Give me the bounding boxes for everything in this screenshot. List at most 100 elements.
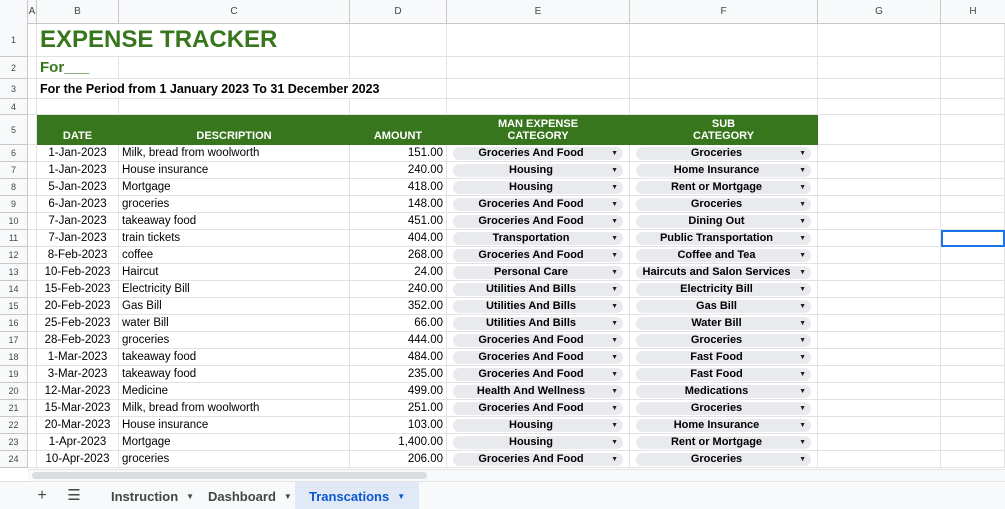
cell[interactable] xyxy=(941,247,1005,264)
subcategory-dropdown-chip[interactable]: Dining Out ▼ xyxy=(636,214,811,228)
cell[interactable] xyxy=(818,247,941,264)
period-text[interactable]: For the Period from 1 January 2023 To 31… xyxy=(37,79,447,99)
cell[interactable] xyxy=(818,298,941,315)
cell[interactable] xyxy=(28,281,37,298)
cell-main-category[interactable]: Groceries And Food ▼ xyxy=(447,366,630,383)
row-header[interactable]: 4 xyxy=(0,99,28,115)
cell[interactable] xyxy=(119,99,350,115)
for-label[interactable]: For___ xyxy=(37,57,119,79)
caret-down-icon[interactable]: ▼ xyxy=(799,249,806,262)
cell[interactable] xyxy=(818,417,941,434)
caret-down-icon[interactable]: ▼ xyxy=(611,317,618,330)
caret-down-icon[interactable]: ▼ xyxy=(799,181,806,194)
caret-down-icon[interactable]: ▼ xyxy=(611,266,618,279)
cell-amount[interactable]: 103.00 xyxy=(350,417,447,434)
header-main-category[interactable]: MAN EXPENSE CATEGORY xyxy=(447,115,630,145)
header-sub-category[interactable]: SUB CATEGORY xyxy=(630,115,818,145)
cell[interactable] xyxy=(941,315,1005,332)
caret-down-icon[interactable]: ▼ xyxy=(799,198,806,211)
column-header-f[interactable]: F xyxy=(630,0,818,24)
cell[interactable] xyxy=(119,57,350,79)
cell-sub-category[interactable]: Fast Food ▼ xyxy=(630,366,818,383)
cell-main-category[interactable]: Housing ▼ xyxy=(447,162,630,179)
cell[interactable] xyxy=(818,315,941,332)
cell-description[interactable]: water Bill xyxy=(119,315,350,332)
column-header-a[interactable]: A xyxy=(28,0,37,24)
caret-down-icon[interactable]: ▼ xyxy=(611,351,618,364)
caret-down-icon[interactable]: ▼ xyxy=(799,232,806,245)
cell-description[interactable]: groceries xyxy=(119,332,350,349)
cell-description[interactable]: Medicine xyxy=(119,383,350,400)
caret-down-icon[interactable]: ▼ xyxy=(799,385,806,398)
caret-down-icon[interactable]: ▼ xyxy=(799,317,806,330)
cell[interactable] xyxy=(28,79,37,99)
caret-down-icon[interactable]: ▼ xyxy=(799,419,806,432)
header-amount[interactable]: AMOUNT xyxy=(350,115,447,145)
cell[interactable] xyxy=(447,79,630,99)
cell[interactable] xyxy=(28,349,37,366)
cell-main-category[interactable]: Groceries And Food ▼ xyxy=(447,451,630,468)
cell-main-category[interactable]: Groceries And Food ▼ xyxy=(447,213,630,230)
cell-main-category[interactable]: Transportation ▼ xyxy=(447,230,630,247)
row-header[interactable]: 11 xyxy=(0,230,28,247)
cell[interactable] xyxy=(818,400,941,417)
category-dropdown-chip[interactable]: Housing ▼ xyxy=(453,435,623,449)
cell-description[interactable]: takeaway food xyxy=(119,366,350,383)
column-header-e[interactable]: E xyxy=(447,0,630,24)
cell[interactable] xyxy=(941,196,1005,213)
cell[interactable] xyxy=(941,434,1005,451)
cell-date[interactable]: 7-Jan-2023 xyxy=(37,230,119,247)
plus-icon[interactable]: + xyxy=(30,482,54,509)
cell[interactable] xyxy=(28,196,37,213)
cell[interactable] xyxy=(28,247,37,264)
cell[interactable] xyxy=(818,24,941,57)
cell-amount[interactable]: 404.00 xyxy=(350,230,447,247)
caret-down-icon[interactable]: ▼ xyxy=(611,368,618,381)
subcategory-dropdown-chip[interactable]: Groceries ▼ xyxy=(636,452,811,466)
cell-date[interactable]: 5-Jan-2023 xyxy=(37,179,119,196)
header-date[interactable]: DATE xyxy=(37,115,119,145)
sheet-title[interactable]: EXPENSE TRACKER xyxy=(37,24,350,57)
cell-date[interactable]: 1-Mar-2023 xyxy=(37,349,119,366)
caret-down-icon[interactable]: ▼ xyxy=(611,453,618,466)
column-header-h[interactable]: H xyxy=(941,0,1005,24)
cell-amount[interactable]: 235.00 xyxy=(350,366,447,383)
caret-down-icon[interactable]: ▼ xyxy=(611,402,618,415)
cell[interactable] xyxy=(28,417,37,434)
cell[interactable] xyxy=(941,451,1005,468)
cell[interactable] xyxy=(941,332,1005,349)
cell-sub-category[interactable]: Groceries ▼ xyxy=(630,332,818,349)
cell[interactable] xyxy=(350,24,447,57)
cell-date[interactable]: 20-Feb-2023 xyxy=(37,298,119,315)
cell[interactable] xyxy=(37,99,119,115)
cell[interactable] xyxy=(447,24,630,57)
cell[interactable] xyxy=(818,383,941,400)
category-dropdown-chip[interactable]: Utilities And Bills ▼ xyxy=(453,282,623,296)
cell[interactable] xyxy=(818,99,941,115)
subcategory-dropdown-chip[interactable]: Haircuts and Salon Services ▼ xyxy=(636,265,811,279)
cell-amount[interactable]: 484.00 xyxy=(350,349,447,366)
cell-amount[interactable]: 268.00 xyxy=(350,247,447,264)
row-header[interactable]: 16 xyxy=(0,315,28,332)
caret-down-icon[interactable]: ▼ xyxy=(611,198,618,211)
caret-down-icon[interactable]: ▼ xyxy=(611,215,618,228)
cell[interactable] xyxy=(28,332,37,349)
cell-main-category[interactable]: Housing ▼ xyxy=(447,434,630,451)
cell[interactable] xyxy=(28,434,37,451)
caret-down-icon[interactable]: ▼ xyxy=(397,492,405,501)
cell[interactable] xyxy=(818,213,941,230)
cell[interactable] xyxy=(818,179,941,196)
cell[interactable] xyxy=(818,281,941,298)
cell[interactable] xyxy=(28,115,37,145)
row-header[interactable]: 10 xyxy=(0,213,28,230)
cell[interactable] xyxy=(28,24,37,57)
cell[interactable] xyxy=(818,162,941,179)
caret-down-icon[interactable]: ▼ xyxy=(611,249,618,262)
cell-sub-category[interactable]: Electricity Bill ▼ xyxy=(630,281,818,298)
cell-date[interactable]: 1-Apr-2023 xyxy=(37,434,119,451)
cell[interactable] xyxy=(941,179,1005,196)
cell[interactable] xyxy=(28,366,37,383)
cell-amount[interactable]: 24.00 xyxy=(350,264,447,281)
cell[interactable] xyxy=(447,99,630,115)
cell-amount[interactable]: 148.00 xyxy=(350,196,447,213)
